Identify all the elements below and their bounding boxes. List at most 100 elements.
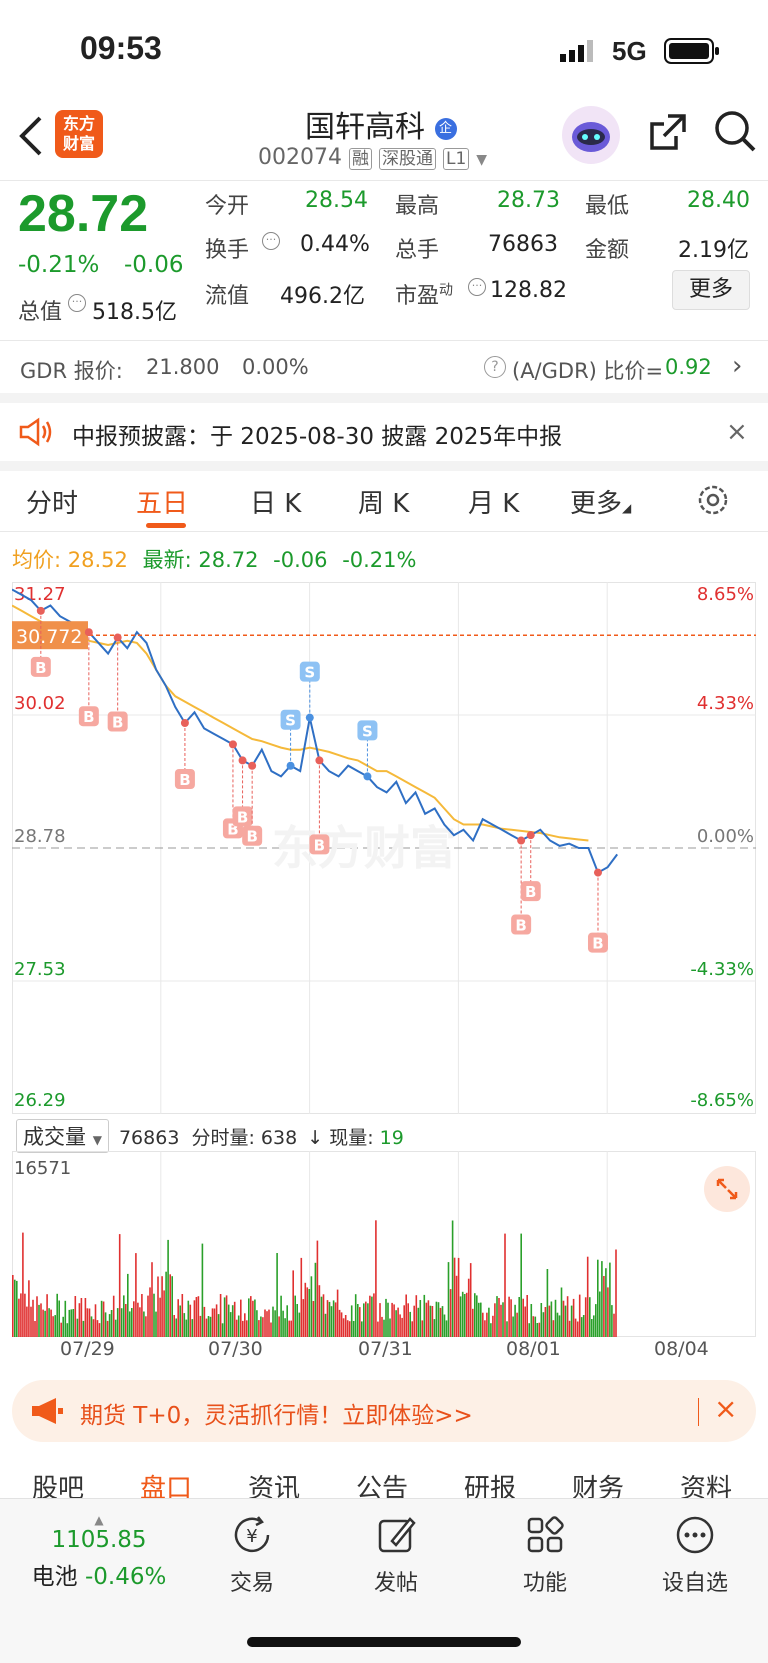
volume-bar bbox=[227, 1304, 230, 1337]
trade-button[interactable]: ¥ 交易 bbox=[212, 1513, 292, 1597]
turnover-info-icon[interactable]: ··· bbox=[262, 232, 280, 250]
volume-bar bbox=[282, 1310, 284, 1337]
volume-bar bbox=[145, 1316, 147, 1337]
latest-pct: -0.21% bbox=[342, 548, 417, 572]
volume-bar bbox=[492, 1315, 494, 1337]
volume-bar bbox=[233, 1301, 236, 1337]
index-pct: -0.46% bbox=[84, 1564, 167, 1590]
notice-bar[interactable]: 中报预披露：于 2025-08-30 披露 2025年中报 × bbox=[0, 403, 768, 461]
promo-banner[interactable]: 期货 T+0，灵活抓行情！立即体验>> × bbox=[12, 1380, 756, 1442]
volume-bar bbox=[20, 1293, 22, 1337]
promo-close-icon[interactable]: × bbox=[714, 1392, 737, 1425]
dropdown-icon[interactable]: ▼ bbox=[476, 152, 487, 168]
mktcap-value: 518.5亿 bbox=[92, 300, 177, 325]
volume-bar bbox=[262, 1317, 264, 1337]
trade-marker-dot bbox=[113, 633, 122, 642]
volume-bar bbox=[292, 1270, 294, 1337]
volume-bar bbox=[48, 1308, 50, 1337]
tab-finance[interactable]: 财务 bbox=[572, 1468, 624, 1498]
tab-pankou[interactable]: 盘口 bbox=[140, 1468, 192, 1498]
volume-bar bbox=[530, 1304, 533, 1337]
volume-bar bbox=[340, 1312, 343, 1337]
help-icon[interactable]: ? bbox=[484, 356, 506, 378]
volume-bar bbox=[383, 1319, 385, 1337]
volume-bar bbox=[328, 1301, 331, 1337]
speaker-icon bbox=[18, 417, 54, 451]
robot-assistant-icon[interactable] bbox=[562, 106, 620, 164]
volume-bar bbox=[244, 1313, 246, 1337]
expand-icon[interactable] bbox=[704, 1166, 750, 1212]
mktcap-label: 总值 bbox=[18, 300, 63, 325]
volume-bar bbox=[421, 1320, 424, 1337]
volume-bar bbox=[32, 1299, 34, 1337]
date-label: 08/01 bbox=[506, 1338, 561, 1360]
share-icon[interactable] bbox=[646, 110, 690, 158]
function-button[interactable]: 功能 bbox=[505, 1513, 585, 1597]
volume-bar bbox=[381, 1316, 383, 1337]
index-widget[interactable]: ▲ 1105.85 电池 -0.46% bbox=[14, 1513, 184, 1591]
megaphone-icon bbox=[30, 1396, 64, 1430]
close-icon[interactable]: × bbox=[726, 417, 748, 447]
volume-bar bbox=[522, 1298, 524, 1337]
gdr-ratio-value: 0.92 bbox=[665, 355, 712, 379]
more-button[interactable]: 更多 bbox=[672, 270, 750, 310]
volume-bar bbox=[201, 1243, 204, 1337]
volume-bar bbox=[169, 1274, 171, 1337]
tab-weekly-k[interactable]: 周 K bbox=[358, 483, 409, 520]
trade-marker-label: B bbox=[35, 659, 46, 677]
y-right-tick: -8.65% bbox=[690, 1090, 754, 1111]
volume-bar bbox=[270, 1322, 272, 1337]
tab-announcements[interactable]: 公告 bbox=[356, 1468, 408, 1498]
volume-bar bbox=[133, 1301, 135, 1337]
volume-bar bbox=[502, 1302, 504, 1337]
tab-profile[interactable]: 资料 bbox=[680, 1468, 732, 1498]
svg-text:¥: ¥ bbox=[246, 1526, 257, 1547]
settings-icon[interactable] bbox=[696, 483, 730, 521]
tab-monthly-k[interactable]: 月 K bbox=[468, 483, 519, 520]
post-button[interactable]: 发帖 bbox=[356, 1513, 436, 1597]
add-watchlist-button[interactable]: 设自选 bbox=[650, 1513, 740, 1597]
open-label: 今开 bbox=[205, 194, 250, 219]
volume-bar bbox=[490, 1323, 492, 1337]
volume-bar bbox=[125, 1304, 127, 1337]
volume-bar bbox=[393, 1304, 395, 1337]
mktcap-info-icon[interactable]: ··· bbox=[68, 294, 86, 312]
tab-guba[interactable]: 股吧 bbox=[32, 1468, 84, 1498]
eastmoney-logo[interactable]: 东方 财富 bbox=[55, 110, 103, 158]
trade-marker-dot bbox=[248, 761, 257, 770]
tab-daily-k[interactable]: 日 K bbox=[250, 483, 301, 520]
volume-bar bbox=[175, 1318, 177, 1337]
volume-bar bbox=[92, 1319, 95, 1337]
tab-minute[interactable]: 分时 bbox=[26, 483, 78, 520]
volume-bar bbox=[488, 1307, 490, 1337]
volume-bar bbox=[576, 1321, 579, 1337]
volume-bar bbox=[300, 1257, 303, 1337]
search-icon[interactable] bbox=[712, 108, 758, 158]
tab-news[interactable]: 资讯 bbox=[248, 1468, 300, 1498]
tab-research[interactable]: 研报 bbox=[464, 1468, 516, 1498]
y-left-tick: 30.02 bbox=[14, 693, 66, 714]
volume-bar bbox=[50, 1309, 52, 1337]
volume-bar bbox=[599, 1291, 601, 1337]
gdr-row[interactable]: GDR 报价: 21.800 0.00% ? (A/GDR) 比价= 0.92 … bbox=[0, 341, 768, 393]
volume-bar bbox=[480, 1302, 482, 1337]
volume-bar bbox=[82, 1320, 85, 1337]
volume-bar bbox=[508, 1296, 510, 1337]
tab-more[interactable]: 更多◢ bbox=[570, 483, 631, 520]
back-icon[interactable] bbox=[16, 114, 46, 162]
volume-bar bbox=[102, 1301, 105, 1337]
volume-bar bbox=[177, 1299, 179, 1337]
volume-bar bbox=[403, 1305, 405, 1337]
pe-info-icon[interactable]: ··· bbox=[468, 278, 486, 296]
chevron-right-icon: › bbox=[732, 351, 743, 381]
five-day-price-chart[interactable]: 31.2730.0228.7827.5326.298.65%4.33%0.00%… bbox=[12, 582, 756, 1114]
gdr-ratio-label: (A/GDR) 比价= bbox=[512, 359, 664, 383]
tab-five-day[interactable]: 五日 bbox=[136, 483, 188, 520]
volume-bar bbox=[88, 1308, 91, 1337]
volume-bar bbox=[453, 1257, 456, 1337]
volume-bar bbox=[546, 1269, 549, 1337]
volume-chart[interactable] bbox=[12, 1151, 756, 1337]
volume-bar bbox=[338, 1309, 341, 1337]
volume-selector[interactable]: 成交量 ▼ bbox=[16, 1119, 109, 1153]
volume-bar bbox=[223, 1297, 226, 1337]
